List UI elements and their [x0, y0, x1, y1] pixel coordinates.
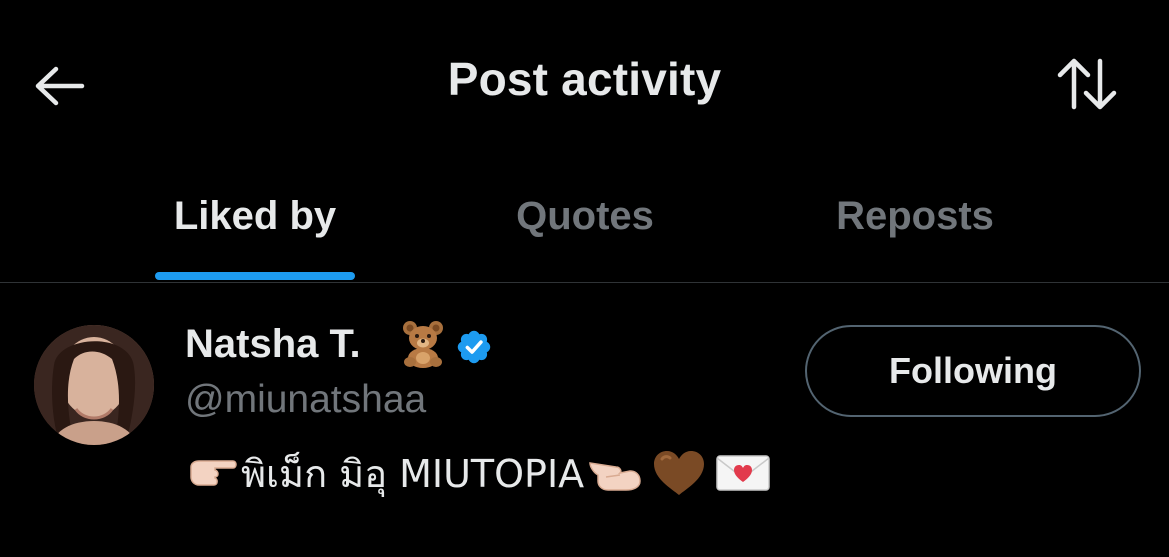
post-activity-screen: Post activity Liked by Quotes Reposts Na…	[0, 0, 1169, 557]
backhand-index-pointing-right-icon	[190, 460, 237, 486]
avatar[interactable]	[34, 325, 154, 445]
tab-label: Reposts	[836, 194, 994, 238]
arrow-left-icon	[35, 66, 85, 106]
sort-arrows-icon	[1057, 58, 1117, 110]
user-bio: พิเม็ก มิอุ MIUTOPIA	[185, 448, 772, 498]
header: Post activity	[0, 0, 1169, 170]
sort-button[interactable]	[1052, 54, 1122, 114]
love-letter-icon	[716, 455, 770, 491]
brown-heart-icon	[654, 451, 705, 495]
user-handle: @miunatshaa	[185, 378, 427, 421]
tab-reposts[interactable]: Reposts	[810, 170, 1020, 282]
following-button[interactable]: Following	[805, 325, 1141, 417]
teddy-bear-icon	[403, 321, 443, 368]
back-button[interactable]	[30, 58, 90, 114]
user-list-item[interactable]: Natsha T. @miunatshaa พิเม็ก มิอุ MIUTOP	[0, 284, 1169, 557]
tab-bar: Liked by Quotes Reposts	[0, 170, 1169, 283]
tab-liked-by[interactable]: Liked by	[155, 170, 355, 282]
verified-badge-icon	[457, 330, 491, 364]
bio-text: พิเม็ก มิอุ MIUTOPIA	[241, 451, 585, 496]
page-title: Post activity	[447, 53, 722, 105]
avatar-photo	[34, 325, 154, 445]
pinching-hand-icon	[589, 462, 641, 491]
tab-label: Quotes	[516, 194, 654, 238]
tab-label: Liked by	[173, 194, 337, 238]
tab-quotes[interactable]: Quotes	[480, 170, 690, 282]
active-tab-indicator	[155, 272, 355, 280]
display-name[interactable]: Natsha T.	[185, 322, 361, 367]
